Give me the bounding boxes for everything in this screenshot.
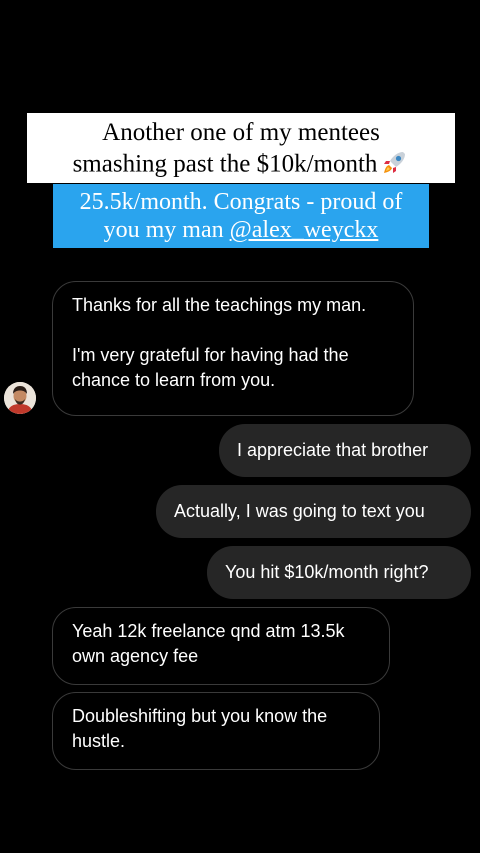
message-text: Yeah 12k freelance qnd atm 13.5k own age…: [72, 621, 345, 666]
message-text: Doubleshifting but you know the hustle.: [72, 706, 328, 751]
caption-line-1: Another one of my mentees: [102, 119, 380, 146]
avatar[interactable]: [4, 382, 36, 414]
mention-link[interactable]: @alex_weyckx: [230, 217, 379, 243]
message-text: Thanks for all the teachings my man.: [72, 295, 367, 315]
message-sent-1[interactable]: I appreciate that brother: [219, 424, 471, 477]
message-text: I appreciate that brother: [237, 440, 429, 460]
story-caption: Another one of my mentees smashing past …: [27, 113, 455, 183]
message-text: I'm very grateful for having had the cha…: [72, 345, 349, 390]
message-sent-3[interactable]: You hit $10k/month right?: [207, 546, 471, 599]
message-text: You hit $10k/month right?: [225, 562, 429, 582]
story-highlight-caption: 25.5k/month. Congrats - proud of you my …: [53, 184, 429, 248]
highlight-line-2: you my man @alex_weyckx: [53, 216, 429, 244]
highlight-line-2-text: you my man: [103, 217, 230, 243]
caption-line-2-text: smashing past the $10k/month: [72, 150, 378, 178]
caption-line-2: smashing past the $10k/month: [27, 148, 455, 184]
message-received-3[interactable]: Doubleshifting but you know the hustle.: [52, 692, 380, 770]
rocket-icon: [381, 148, 409, 184]
message-received-1[interactable]: Thanks for all the teachings my man. I'm…: [52, 281, 414, 416]
message-received-2[interactable]: Yeah 12k freelance qnd atm 13.5k own age…: [52, 607, 390, 685]
highlight-line-1: 25.5k/month. Congrats - proud of: [79, 189, 403, 215]
message-text: Actually, I was going to text you: [174, 501, 425, 521]
message-sent-2[interactable]: Actually, I was going to text you: [156, 485, 471, 538]
